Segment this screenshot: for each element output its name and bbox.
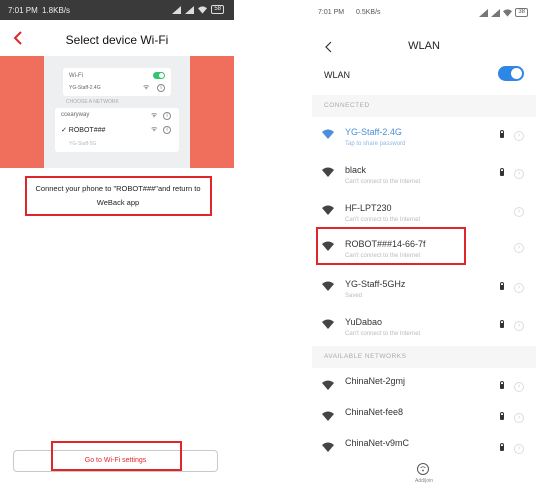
status-speed: 1.8KB/s bbox=[42, 6, 71, 15]
network-details-button[interactable]: › bbox=[514, 444, 524, 454]
network-row[interactable]: YG-Staff-2.4G Tap to share password › bbox=[312, 119, 536, 159]
lock-icon bbox=[500, 412, 504, 420]
illustration-wifi-label: Wi-Fi bbox=[69, 73, 83, 79]
status-speed: 0.5KB/s bbox=[356, 9, 381, 16]
network-status: Saved bbox=[345, 293, 363, 299]
wifi-icon bbox=[322, 442, 334, 452]
illustration-section-label: CHOOSE A NETWORK bbox=[66, 99, 119, 105]
info-icon: i bbox=[157, 84, 165, 92]
network-details-button[interactable]: › bbox=[514, 413, 524, 423]
highlight-box bbox=[25, 176, 212, 216]
illustration-banner: Wi-Fi YG-Staff-2.4G ᯤ i CHOOSE A NETWORK… bbox=[0, 56, 234, 168]
illustration-network-label: YG-Staff-2.4G bbox=[69, 85, 101, 91]
wifi-icon: ᯤ bbox=[151, 126, 158, 133]
lock-icon bbox=[500, 130, 504, 138]
lock-icon bbox=[500, 282, 504, 290]
network-details-button[interactable]: › bbox=[514, 207, 524, 217]
wifi-icon bbox=[322, 411, 334, 421]
header: Select device Wi-Fi bbox=[0, 20, 234, 56]
wifi-icon bbox=[322, 380, 334, 390]
signal-icon bbox=[172, 5, 182, 14]
network-details-button[interactable]: › bbox=[514, 243, 524, 253]
illustration-robot-label: ✓ ROBOT### bbox=[61, 127, 106, 134]
wifi-icon bbox=[322, 319, 334, 329]
network-details-button[interactable]: › bbox=[514, 382, 524, 392]
wlan-settings-screen: 7:01 PM 0.5KB/s 38 WLAN WLAN CONNECTED Y… bbox=[312, 0, 536, 496]
wlan-label: WLAN bbox=[324, 70, 351, 80]
illustration-network-label: ccearyway bbox=[61, 112, 90, 118]
battery-icon: 38 bbox=[515, 8, 528, 17]
network-row[interactable]: black Can't connect to the Internet › bbox=[312, 157, 536, 197]
wifi-icon bbox=[503, 8, 513, 17]
lock-icon bbox=[500, 443, 504, 451]
network-name: YuDabao bbox=[345, 317, 383, 327]
network-name: ChinaNet-v9mC bbox=[345, 438, 410, 448]
page-title: Select device Wi-Fi bbox=[65, 33, 169, 47]
network-row[interactable]: YuDabao Can't connect to the Internet › bbox=[312, 309, 536, 349]
wifi-icon bbox=[198, 5, 208, 14]
network-details-button[interactable]: › bbox=[514, 321, 524, 331]
signal-icon bbox=[185, 5, 195, 14]
network-name: HF-LPT230 bbox=[345, 203, 392, 213]
network-name: ChinaNet-fee8 bbox=[345, 407, 404, 417]
highlight-box bbox=[316, 227, 466, 265]
illustration: Wi-Fi YG-Staff-2.4G ᯤ i CHOOSE A NETWORK… bbox=[44, 56, 190, 168]
network-status: Can't connect to the Internet bbox=[345, 179, 421, 185]
wifi-icon bbox=[322, 129, 334, 139]
section-label: CONNECTED bbox=[324, 102, 370, 109]
illustration-network-label: YG-Staff-5G bbox=[69, 141, 97, 147]
add-network-icon[interactable] bbox=[416, 462, 430, 476]
page-title: WLAN bbox=[408, 40, 440, 52]
network-details-button[interactable]: › bbox=[514, 283, 524, 293]
network-row[interactable]: YG-Staff-5GHz Saved › bbox=[312, 271, 536, 311]
wifi-icon: ᯤ bbox=[143, 84, 150, 91]
status-time: 7:01 PM bbox=[318, 9, 345, 16]
section-header-connected: CONNECTED bbox=[312, 95, 536, 117]
illustration-network-card: ccearyway ᯤ i ✓ ROBOT### ᯤ i YG-Staff-5G bbox=[55, 108, 179, 152]
wifi-icon bbox=[322, 205, 334, 215]
lock-icon bbox=[500, 381, 504, 389]
section-label: AVAILABLE NETWORKS bbox=[324, 353, 407, 360]
network-status: Can't connect to the Internet bbox=[345, 331, 421, 337]
status-bar: 7:01 PM 1.8KB/s 58 bbox=[0, 0, 234, 20]
network-name: YG-Staff-2.4G bbox=[345, 127, 402, 137]
network-status: Can't connect to the Internet bbox=[345, 217, 421, 223]
network-status: Tap to share password bbox=[345, 141, 406, 147]
battery-icon: 58 bbox=[211, 5, 224, 14]
status-bar: 7:01 PM 0.5KB/s 38 bbox=[312, 0, 536, 22]
section-header-available: AVAILABLE NETWORKS bbox=[312, 346, 536, 368]
illustration-wifi-card: Wi-Fi YG-Staff-2.4G ᯤ i bbox=[63, 68, 171, 96]
network-name: ChinaNet-2gmj bbox=[345, 376, 406, 386]
toggle-icon bbox=[153, 72, 165, 79]
wifi-icon: ᯤ bbox=[151, 112, 158, 119]
highlight-box bbox=[51, 441, 182, 471]
wifi-select-screen: 7:01 PM 1.8KB/s 58 Select device Wi-Fi W… bbox=[0, 0, 234, 480]
network-details-button[interactable]: › bbox=[514, 131, 524, 141]
info-icon: i bbox=[163, 126, 171, 134]
lock-icon bbox=[500, 168, 504, 176]
network-details-button[interactable]: › bbox=[514, 169, 524, 179]
signal-icon bbox=[479, 8, 489, 17]
add-network-label: Add/join bbox=[414, 478, 434, 484]
network-name: black bbox=[345, 165, 367, 175]
info-icon: i bbox=[163, 112, 171, 120]
wlan-toggle[interactable] bbox=[498, 66, 524, 81]
wifi-icon bbox=[322, 281, 334, 291]
lock-icon bbox=[500, 320, 504, 328]
status-time: 7:01 PM bbox=[8, 6, 38, 15]
wifi-icon bbox=[322, 167, 334, 177]
signal-icon bbox=[491, 8, 501, 17]
network-name: YG-Staff-5GHz bbox=[345, 279, 406, 289]
